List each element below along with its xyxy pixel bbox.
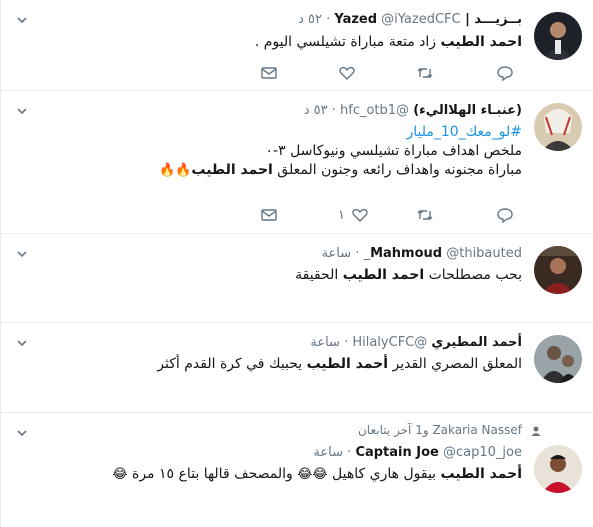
display-name[interactable]: أحمد المطيري xyxy=(431,335,522,350)
tweet-text-rest: بحب مصطلحات xyxy=(424,267,522,283)
tweet-text-tail: الحقيقة xyxy=(295,267,343,283)
caret-down-icon[interactable] xyxy=(15,336,29,350)
tweet-1[interactable]: بــزيـــد | Yazed @iYazedCFC · ٥٢ د احمد… xyxy=(1,0,593,91)
display-name[interactable]: Mahmoud xyxy=(370,246,442,261)
tweet-header: Mahmoud @thibauted_ · ساعة xyxy=(322,245,522,263)
retweet-button[interactable] xyxy=(416,206,434,224)
like-icon xyxy=(339,66,355,80)
tweet-5[interactable]: Zakaria Nassef و1 آخر يتابعان Captain Jo… xyxy=(1,413,593,527)
dm-icon xyxy=(261,209,277,221)
tweet-actions: ١ xyxy=(260,206,522,224)
timestamp[interactable]: · ساعة xyxy=(313,445,351,460)
dm-button[interactable] xyxy=(260,64,278,82)
laughing-emoji: 😂😂 xyxy=(297,467,328,482)
tweet-text-tail: يحببك في كرة القدم أكثر xyxy=(157,356,307,372)
timeline: بــزيـــد | Yazed @iYazedCFC · ٥٢ د احمد… xyxy=(0,0,593,527)
like-icon xyxy=(352,208,368,222)
avatar[interactable] xyxy=(534,445,582,493)
hashtag-link[interactable]: #لو_معك_10_مليار xyxy=(407,124,523,140)
tweet-header: بــزيـــد | Yazed @iYazedCFC · ٥٢ د xyxy=(298,11,522,29)
reply-icon xyxy=(497,208,513,224)
retweet-icon xyxy=(417,68,433,78)
caret-down-icon[interactable] xyxy=(15,104,29,118)
tweet-text-line: ملخص اهداف مباراة تشيلسي ونيوكاسل ٣-٠ xyxy=(265,143,522,159)
tweet-actions xyxy=(260,64,522,82)
dm-button[interactable] xyxy=(260,206,278,224)
display-name[interactable]: Captain Joe xyxy=(355,445,438,460)
tweet-text: بحب مصطلحات احمد الطيب الحقيقة xyxy=(295,266,522,285)
caret-down-icon[interactable] xyxy=(15,247,29,261)
fire-emoji: 🔥🔥 xyxy=(159,163,192,178)
caret-down-icon[interactable] xyxy=(15,426,29,440)
reply-icon xyxy=(497,66,513,82)
tweet-2[interactable]: (عنبـاء الهلااليء) @hfc_otb1 · ٥٣ د #لو_… xyxy=(1,91,593,234)
social-context[interactable]: Zakaria Nassef و1 آخر يتابعان xyxy=(358,423,522,437)
tweet-text: احمد الطيب زاد متعة مباراة تشيلسي اليوم … xyxy=(255,33,522,52)
tweet-text: المعلق المصري القدير أحمد الطيب يحببك في… xyxy=(157,355,522,374)
tweet-header: أحمد المطيري @HilalyCFC · ساعة xyxy=(310,334,522,352)
tweet-3[interactable]: Mahmoud @thibauted_ · ساعة بحب مصطلحات ا… xyxy=(1,234,593,323)
like-button[interactable] xyxy=(338,64,356,82)
caret-down-icon[interactable] xyxy=(15,13,29,27)
user-handle[interactable]: @cap10_joe xyxy=(443,445,522,460)
avatar[interactable] xyxy=(534,103,582,151)
dm-icon xyxy=(261,67,277,79)
user-handle[interactable]: @iYazedCFC xyxy=(381,12,460,27)
highlighted-term: أحمد الطيب xyxy=(306,356,389,372)
like-count: ١ xyxy=(338,207,345,223)
avatar[interactable] xyxy=(534,335,582,383)
tweet-text-rest: بيقول هاري كاهيل xyxy=(327,466,441,482)
user-handle[interactable]: @HilalyCFC xyxy=(352,335,427,350)
tweet-text-line: مباراة مجنونه واهداف رائعه وجنون المعلق xyxy=(272,162,522,178)
avatar[interactable] xyxy=(534,12,582,60)
timestamp[interactable]: · ٥٢ د xyxy=(298,12,330,27)
timestamp[interactable]: · ساعة xyxy=(322,246,360,261)
highlighted-term: احمد الطيب xyxy=(191,162,273,178)
display-name[interactable]: (عنبـاء الهلااليء) xyxy=(413,103,522,118)
avatar[interactable] xyxy=(534,246,582,294)
highlighted-term: احمد الطيب xyxy=(440,34,522,50)
retweet-button[interactable] xyxy=(416,64,434,82)
tweet-text-rest: زاد متعة مباراة تشيلسي اليوم . xyxy=(254,34,441,50)
highlighted-term: أحمد الطيب xyxy=(440,466,522,482)
tweet-text: أحمد الطيب بيقول هاري كاهيل 😂😂 والمصحف ق… xyxy=(112,465,522,484)
timestamp[interactable]: · ٥٣ د xyxy=(304,103,336,118)
tweet-text: #لو_معك_10_مليار ملخص اهداف مباراة تشيلس… xyxy=(159,123,522,180)
reply-button[interactable] xyxy=(496,206,514,224)
retweet-icon xyxy=(417,210,433,220)
tweet-text-rest: المعلق المصري القدير xyxy=(388,356,522,372)
highlighted-term: احمد الطيب xyxy=(342,267,425,283)
tweet-header: Captain Joe @cap10_joe · ساعة xyxy=(313,444,522,462)
tweet-header: (عنبـاء الهلااليء) @hfc_otb1 · ٥٣ د xyxy=(304,102,522,120)
laughing-emoji: 😂 xyxy=(112,467,128,482)
timestamp[interactable]: · ساعة xyxy=(310,335,348,350)
reply-button[interactable] xyxy=(496,64,514,82)
like-button[interactable]: ١ xyxy=(338,206,369,224)
person-follow-icon xyxy=(531,426,541,436)
user-handle[interactable]: @hfc_otb1 xyxy=(340,103,409,118)
tweet-4[interactable]: أحمد المطيري @HilalyCFC · ساعة المعلق ال… xyxy=(1,323,593,413)
tweet-text-mid: والمصحف قالها بتاع ١٥ مرة xyxy=(127,466,298,482)
